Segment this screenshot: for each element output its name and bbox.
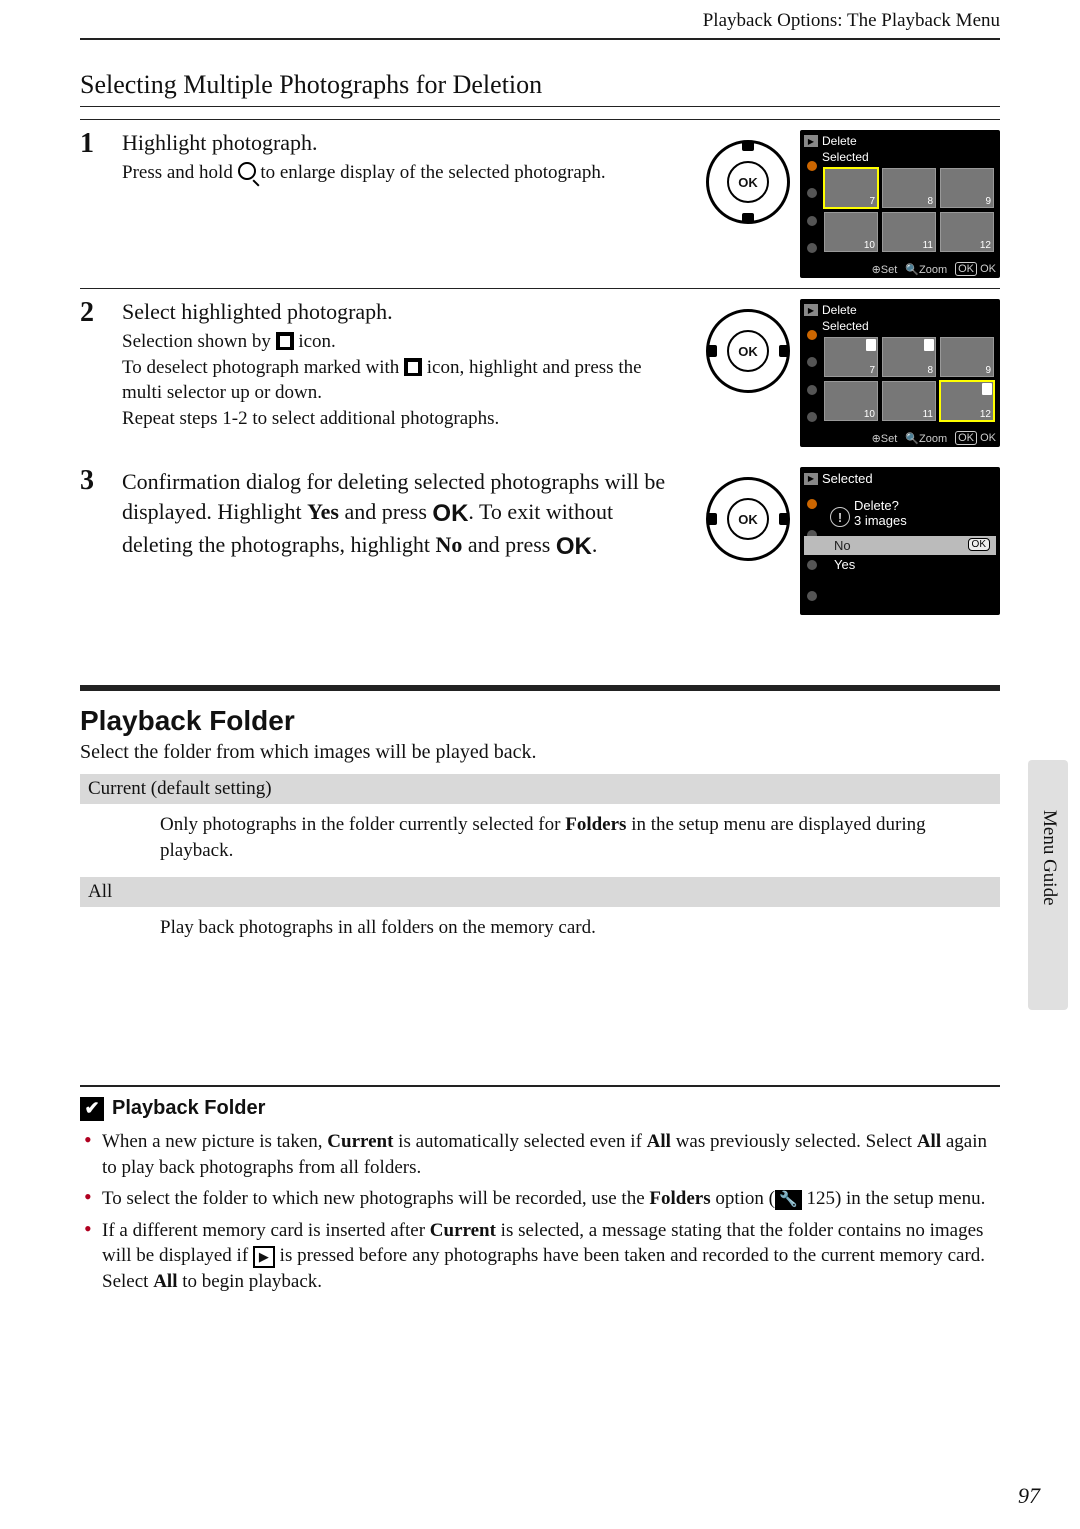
camera-lcd-step3: ▶Selected ! Delete?3 images NoOK Yes <box>800 467 1000 615</box>
lcd-hint-ok: OK OK <box>955 432 996 445</box>
thumbnail: 7 <box>824 337 878 377</box>
step-1: 1 Highlight photograph. Press and hold t… <box>80 119 1000 278</box>
playback-icon: ▶ <box>804 473 818 485</box>
text: to enlarge display of the selected photo… <box>256 162 606 183</box>
multi-selector-left-right-icon: OK <box>706 477 790 561</box>
ok-button-icon: OK <box>727 498 769 540</box>
step-1-heading: Highlight photograph. <box>122 130 674 156</box>
note-bullet-3: If a different memory card is inserted a… <box>84 1218 1000 1295</box>
ok-button-icon: OK <box>727 330 769 372</box>
trash-icon <box>276 332 294 350</box>
multi-selector-up-down-icon: OK <box>706 140 790 224</box>
note-title: ✔ Playback Folder <box>80 1097 1000 1121</box>
step-2: 2 Select highlighted photograph. Selecti… <box>80 288 1000 447</box>
thumbnail: 9 <box>940 168 994 208</box>
step-2-text: Selection shown by icon. To deselect pho… <box>122 329 674 432</box>
option-all-body: Play back photographs in all folders on … <box>80 907 1000 955</box>
check-icon: ✔ <box>80 1097 104 1121</box>
thumbnail: 11 <box>882 212 936 252</box>
note-block: ✔ Playback Folder When a new picture is … <box>80 1085 1000 1295</box>
warning-icon: ! <box>830 507 850 527</box>
step-number: 1 <box>80 130 106 278</box>
lcd-hint-zoom: 🔍Zoom <box>905 432 947 445</box>
playback-icon: ▶ <box>804 304 818 316</box>
camera-lcd-step1: ▶ Delete Selected 7 8 9 10 11 12 ⊕Set 🔍Zo… <box>800 130 1000 278</box>
manual-page: Playback Options: The Playback Menu Sele… <box>0 0 1080 1529</box>
lcd-title: Delete <box>822 303 857 317</box>
camera-lcd-step2: ▶ Delete Selected 7 8 9 10 11 12 ⊕Set 🔍Zo… <box>800 299 1000 447</box>
step-2-heading: Select highlighted photograph. <box>122 299 674 325</box>
step-number: 3 <box>80 467 106 615</box>
lcd-hint-set: ⊕Set <box>872 263 898 276</box>
thumbnail: 7 <box>824 168 878 208</box>
playback-folder-heading: Playback Folder <box>80 705 1000 737</box>
note-bullet-2: To select the folder to which new photog… <box>84 1186 1000 1212</box>
thumbnail: 8 <box>882 168 936 208</box>
lcd-hint-zoom: 🔍Zoom <box>905 263 947 276</box>
multi-selector-left-right-icon: OK <box>706 309 790 393</box>
ok-badge-icon: OK <box>968 538 990 551</box>
step-1-text: Press and hold to enlarge display of the… <box>122 160 674 186</box>
lcd-hint-ok: OK OK <box>955 263 996 276</box>
thumbnail: 12 <box>940 212 994 252</box>
step-number: 2 <box>80 299 106 447</box>
lcd-subtitle: Selected <box>804 150 996 164</box>
side-label: Menu Guide <box>1038 810 1060 906</box>
setup-menu-icon: 🔧 <box>775 1190 802 1210</box>
thumbnail: 8 <box>882 337 936 377</box>
thumbnail: 9 <box>940 337 994 377</box>
thumbnail: 12 <box>940 381 994 421</box>
thumbnail: 11 <box>882 381 936 421</box>
note-bullet-1: When a new picture is taken, Current is … <box>84 1129 1000 1180</box>
option-current-body: Only photographs in the folder currently… <box>80 804 1000 877</box>
page-number: 97 <box>1018 1483 1040 1509</box>
option-current-head: Current (default setting) <box>80 774 1000 804</box>
trash-icon <box>404 358 422 376</box>
section-title: Selecting Multiple Photographs for Delet… <box>80 70 1000 107</box>
lcd-title: Delete <box>822 134 857 148</box>
step-3-text: Confirmation dialog for deleting selecte… <box>122 467 674 563</box>
step-3: 3 Confirmation dialog for deleting selec… <box>80 457 1000 615</box>
thumbnail: 10 <box>824 212 878 252</box>
ok-glyph: OK <box>432 500 468 527</box>
confirm-choice-no: NoOK <box>804 536 996 555</box>
ok-button-icon: OK <box>727 161 769 203</box>
confirm-choice-yes: Yes <box>804 555 996 574</box>
zoom-in-icon <box>238 162 256 180</box>
lcd-subtitle: Selected <box>804 319 996 333</box>
thumbnail: 10 <box>824 381 878 421</box>
running-head: Playback Options: The Playback Menu <box>80 10 1000 40</box>
option-all-head: All <box>80 877 1000 907</box>
playback-button-icon: ▶ <box>253 1246 275 1268</box>
lcd-title: Selected <box>822 471 873 486</box>
section-divider <box>80 685 1000 691</box>
playback-folder-lead: Select the folder from which images will… <box>80 741 1000 764</box>
lcd-hint-set: ⊕Set <box>872 432 898 445</box>
text: Press and hold <box>122 162 238 183</box>
ok-glyph: OK <box>556 533 592 560</box>
playback-icon: ▶ <box>804 135 818 147</box>
